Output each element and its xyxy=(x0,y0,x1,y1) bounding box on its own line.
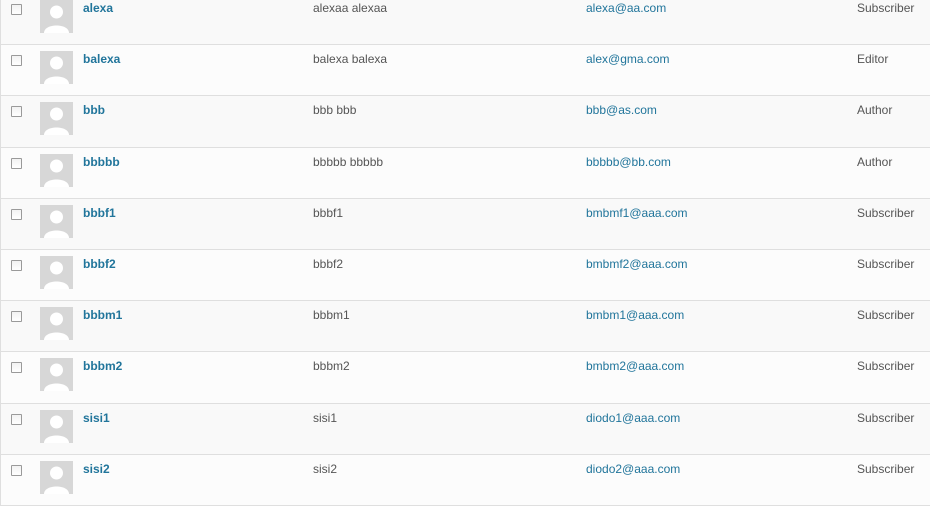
user-email-link[interactable]: diodo2@aaa.com xyxy=(586,462,680,476)
user-role: Subscriber xyxy=(857,205,915,220)
user-role: Subscriber xyxy=(857,410,915,425)
user-fullname: bbb bbb xyxy=(313,103,357,118)
default-avatar-icon xyxy=(40,0,73,33)
user-fullname: alexaa alexaa xyxy=(313,1,388,15)
user-role: Subscriber xyxy=(857,461,915,476)
default-avatar-icon xyxy=(40,153,73,187)
username-link[interactable]: bbb xyxy=(83,103,105,117)
username-link[interactable]: bbbf1 xyxy=(83,206,116,220)
table-row: bbbm2 bbbm2 bmbm2@aaa.com Subscriber xyxy=(1,352,930,404)
table-row: bbbbb bbbbb bbbbb bbbbb@bb.com Author xyxy=(1,147,930,199)
table-row: sisi2 sisi2 diodo2@aaa.com Subscriber xyxy=(1,454,930,506)
row-checkbox[interactable] xyxy=(11,413,22,425)
row-checkbox[interactable] xyxy=(11,259,22,271)
user-email-link[interactable]: bbb@as.com xyxy=(586,103,657,117)
user-fullname: bbbm2 xyxy=(313,359,350,374)
user-role: Author xyxy=(857,154,893,169)
table-row: bbbf1 bbbf1 bmbmf1@aaa.com Subscriber xyxy=(1,198,930,250)
username-link[interactable]: sisi1 xyxy=(83,411,110,425)
row-checkbox[interactable] xyxy=(11,4,22,15)
username-link[interactable]: alexa xyxy=(83,1,113,15)
user-role: Subscriber xyxy=(857,359,915,374)
user-fullname: sisi1 xyxy=(313,410,338,425)
user-fullname: balexa balexa xyxy=(313,52,388,67)
user-role: Author xyxy=(857,103,893,118)
row-checkbox[interactable] xyxy=(11,311,22,323)
username-link[interactable]: bbbf2 xyxy=(83,257,116,271)
user-email-link[interactable]: diodo1@aaa.com xyxy=(586,411,680,425)
user-fullname: bbbf1 xyxy=(313,205,344,220)
username-link[interactable]: bbbm2 xyxy=(83,359,122,373)
user-fullname: sisi2 xyxy=(313,461,338,476)
default-avatar-icon xyxy=(40,255,73,289)
username-link[interactable]: bbbm1 xyxy=(83,308,122,322)
table-row: sisi1 sisi1 diodo1@aaa.com Subscriber xyxy=(1,403,930,455)
user-role: Subscriber xyxy=(857,1,915,15)
user-email-link[interactable]: alexa@aa.com xyxy=(586,1,666,15)
row-checkbox[interactable] xyxy=(11,208,22,220)
row-checkbox[interactable] xyxy=(11,106,22,118)
user-email-link[interactable]: bmbm2@aaa.com xyxy=(586,359,684,373)
table-row: bbbm1 bbbm1 bmbm1@aaa.com Subscriber xyxy=(1,301,930,353)
default-avatar-icon xyxy=(40,460,73,494)
user-fullname: bbbf2 xyxy=(313,256,344,271)
user-email-link[interactable]: bmbmf2@aaa.com xyxy=(586,257,688,271)
user-email-link[interactable]: bmbm1@aaa.com xyxy=(586,308,684,322)
table-row: bbb bbb bbb bbb@as.com Author xyxy=(1,96,930,148)
users-table: alexa alexaa alexaa alexa@aa.com Subscri… xyxy=(0,0,930,506)
user-role: Subscriber xyxy=(857,308,915,323)
row-checkbox[interactable] xyxy=(11,362,22,374)
username-link[interactable]: sisi2 xyxy=(83,462,110,476)
default-avatar-icon xyxy=(40,51,73,85)
user-email-link[interactable]: alex@gma.com xyxy=(586,52,670,66)
default-avatar-icon xyxy=(40,204,73,238)
row-checkbox[interactable] xyxy=(11,157,22,169)
table-row: balexa balexa balexa alex@gma.com Editor xyxy=(1,45,930,97)
table-row: alexa alexaa alexaa alexa@aa.com Subscri… xyxy=(1,0,930,46)
user-email-link[interactable]: bbbbb@bb.com xyxy=(586,155,671,169)
default-avatar-icon xyxy=(40,409,73,443)
user-fullname: bbbm1 xyxy=(313,308,350,323)
user-email-link[interactable]: bmbmf1@aaa.com xyxy=(586,206,688,220)
row-checkbox[interactable] xyxy=(11,464,22,476)
row-checkbox[interactable] xyxy=(11,55,22,67)
username-link[interactable]: bbbbb xyxy=(83,155,120,169)
user-role: Subscriber xyxy=(857,256,915,271)
user-role: Editor xyxy=(857,52,889,67)
user-fullname: bbbbb bbbbb xyxy=(313,154,384,169)
default-avatar-icon xyxy=(40,102,73,136)
table-row: bbbf2 bbbf2 bmbmf2@aaa.com Subscriber xyxy=(1,249,930,302)
username-link[interactable]: balexa xyxy=(83,52,120,66)
default-avatar-icon xyxy=(40,358,73,392)
default-avatar-icon xyxy=(40,307,73,341)
